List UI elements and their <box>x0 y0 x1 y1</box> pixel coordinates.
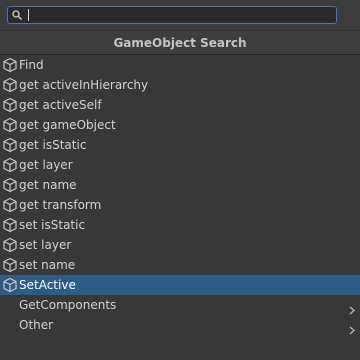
dropdown-title: GameObject Search <box>0 30 360 55</box>
cube-icon <box>2 237 18 253</box>
list-item-label: set name <box>19 258 76 272</box>
list-item-set-active[interactable]: SetActive <box>0 275 360 295</box>
list-item-get-transform[interactable]: get transform <box>0 195 360 215</box>
list-item-label: Find <box>19 58 44 72</box>
cube-icon <box>2 57 18 73</box>
list-item-label: SetActive <box>19 278 76 292</box>
list-item-set-layer[interactable]: set layer <box>0 235 360 255</box>
list-item-label: get activeInHierarchy <box>19 78 149 92</box>
cube-icon <box>2 177 18 193</box>
result-list: Find get activeInHierarchy get activeSelf g… <box>0 55 360 335</box>
chevron-right-icon <box>349 301 355 315</box>
list-item-get-active-self[interactable]: get activeSelf <box>0 95 360 115</box>
cube-icon <box>2 97 18 113</box>
list-item-set-is-static[interactable]: set isStatic <box>0 215 360 235</box>
cube-icon <box>2 197 18 213</box>
search-input[interactable] <box>28 7 328 23</box>
group-label: GetComponents <box>19 298 117 312</box>
list-item-get-active-in-hierarchy[interactable]: get activeInHierarchy <box>0 75 360 95</box>
text-caret <box>28 9 29 21</box>
list-item-label: get name <box>19 178 77 192</box>
list-item-get-is-static[interactable]: get isStatic <box>0 135 360 155</box>
group-label: Other <box>19 318 54 332</box>
list-item-label: get activeSelf <box>19 98 102 112</box>
cube-icon <box>2 217 18 233</box>
search-bar <box>0 0 360 30</box>
list-item-get-layer[interactable]: get layer <box>0 155 360 175</box>
group-other[interactable]: Other <box>0 315 360 335</box>
cube-icon <box>2 137 18 153</box>
list-item-find[interactable]: Find <box>0 55 360 75</box>
list-item-label: set isStatic <box>19 218 86 232</box>
list-item-label: set layer <box>19 238 72 252</box>
list-item-get-name[interactable]: get name <box>0 175 360 195</box>
list-item-set-name[interactable]: set name <box>0 255 360 275</box>
list-item-label: get transform <box>19 198 102 212</box>
chevron-right-icon <box>349 321 355 335</box>
list-item-label: get layer <box>19 158 73 172</box>
list-item-get-game-object[interactable]: get gameObject <box>0 115 360 135</box>
group-get-components[interactable]: GetComponents <box>0 295 360 315</box>
cube-icon <box>2 77 18 93</box>
list-item-label: get gameObject <box>19 118 116 132</box>
search-field[interactable] <box>7 6 337 24</box>
gameobject-search-panel: GameObject Search Find get activeInHierar… <box>0 0 360 360</box>
cube-icon <box>2 157 18 173</box>
search-icon <box>12 10 23 21</box>
list-item-label: get isStatic <box>19 138 87 152</box>
cube-icon <box>2 277 18 293</box>
cube-icon <box>2 257 18 273</box>
cube-icon <box>2 117 18 133</box>
